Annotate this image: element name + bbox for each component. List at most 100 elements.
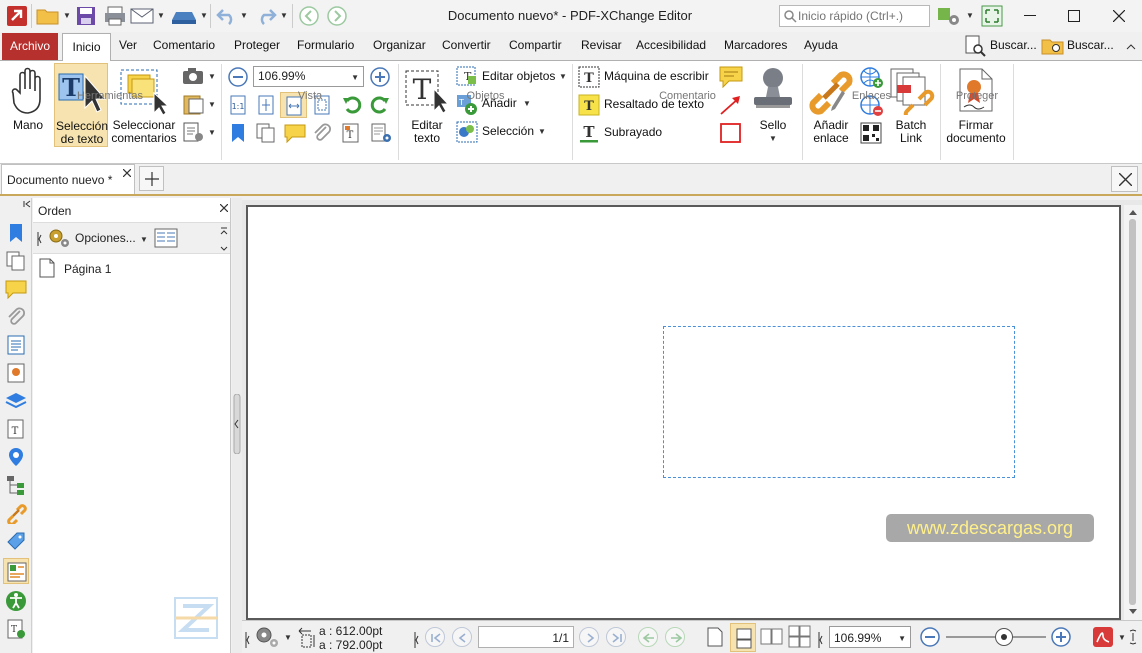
thumbnails-panel-icon[interactable] — [5, 250, 27, 272]
redo-dropdown-icon[interactable]: ▼ — [280, 11, 288, 20]
tab-compartir[interactable]: Compartir — [509, 38, 562, 52]
page-content-icon[interactable] — [5, 334, 27, 356]
email-dropdown-icon[interactable]: ▼ — [157, 11, 165, 20]
destinations-icon[interactable] — [5, 446, 27, 468]
tab-revisar[interactable]: Revisar — [581, 38, 622, 52]
search-button[interactable]: Buscar... — [1067, 38, 1114, 52]
structure-icon[interactable] — [5, 474, 27, 496]
next-view-button[interactable] — [665, 627, 685, 647]
stamp-button[interactable]: Sello ▼ — [748, 63, 798, 145]
splitter-handle-icon[interactable] — [233, 394, 241, 454]
zoom-slider-thumb[interactable] — [995, 628, 1013, 646]
tab-proteger[interactable]: Proteger — [234, 38, 280, 52]
page-number-field[interactable]: 1/1 — [478, 626, 574, 648]
tab-formulario[interactable]: Formulario — [297, 38, 354, 52]
layers-panel-icon[interactable] — [4, 390, 28, 412]
vertical-scrollbar[interactable] — [1124, 205, 1142, 620]
rectangle-icon[interactable] — [718, 121, 744, 145]
text-selection-button[interactable]: T Selección de texto — [54, 63, 108, 147]
save-icon[interactable] — [75, 5, 97, 27]
snapshot-dropdown-icon[interactable]: ▼ — [208, 72, 216, 81]
bookmark-icon[interactable] — [228, 122, 248, 144]
comments-side-icon[interactable] — [4, 278, 28, 300]
add-link-button[interactable]: Añadir enlace — [805, 63, 857, 145]
zoom-in-icon[interactable] — [369, 66, 391, 88]
scroll-up-arrow-icon[interactable] — [1129, 209, 1137, 215]
zoom-dropdown-icon[interactable]: ▼ — [351, 73, 359, 82]
status-zoom-out-icon[interactable] — [919, 626, 941, 648]
scroll-thumb[interactable] — [1129, 219, 1136, 605]
status-options-gear-icon[interactable] — [254, 625, 280, 649]
reading-order-icon[interactable]: T — [5, 618, 27, 640]
previous-view-button[interactable] — [638, 627, 658, 647]
document-props-icon[interactable] — [181, 121, 205, 143]
continuous-view-button[interactable] — [730, 623, 756, 652]
tab-accesibilidad[interactable]: Accesibilidad — [636, 38, 706, 52]
document-tab[interactable]: Documento nuevo * — [1, 164, 135, 194]
zoom-out-icon[interactable] — [227, 66, 249, 88]
underline-button[interactable]: T Subrayado — [577, 121, 713, 145]
signatures-panel-icon[interactable] — [5, 362, 27, 384]
collapse-ribbon-icon[interactable] — [1126, 42, 1136, 50]
select-comments-button[interactable]: Seleccionar comentarios — [110, 63, 178, 145]
pdf-convert-dropdown-icon[interactable]: ▼ — [1118, 633, 1126, 642]
status-expand-icon[interactable] — [1128, 629, 1138, 645]
edit-objects-button[interactable]: T Editar objetos ▼ — [455, 65, 569, 89]
options-button[interactable]: Opciones... ▼ — [45, 225, 151, 251]
facing-view-icon[interactable] — [760, 627, 784, 647]
pdf-convert-icon[interactable] — [1091, 625, 1115, 649]
tab-archivo[interactable]: Archivo — [2, 33, 58, 60]
accessibility-icon[interactable] — [4, 589, 28, 613]
selection-rectangle[interactable] — [663, 326, 1015, 478]
status-options-dropdown-icon[interactable]: ▼ — [284, 633, 292, 642]
status-zoom-combo[interactable]: 106.99% ▼ — [829, 626, 911, 648]
tab-ver[interactable]: Ver — [119, 38, 137, 52]
tab-ayuda[interactable]: Ayuda — [804, 38, 838, 52]
page-list-item[interactable]: Página 1 — [37, 258, 217, 278]
fullscreen-icon[interactable] — [981, 5, 1003, 27]
search-folder-icon[interactable] — [1041, 36, 1065, 56]
object-selection-dropdown-icon[interactable]: ▼ — [538, 127, 546, 136]
stamp-dropdown-icon[interactable]: ▼ — [769, 134, 777, 143]
forward-icon[interactable] — [326, 5, 348, 27]
find-button[interactable]: Buscar... — [990, 38, 1037, 52]
continuous-facing-view-icon[interactable] — [788, 625, 812, 649]
qr-code-icon[interactable] — [860, 122, 882, 144]
close-button[interactable] — [1096, 0, 1142, 32]
new-tab-button[interactable] — [139, 166, 164, 191]
links-panel-icon[interactable] — [5, 502, 27, 524]
single-page-view-icon[interactable] — [706, 626, 724, 648]
attachments-side-icon[interactable] — [5, 306, 27, 328]
close-panel-icon[interactable] — [220, 204, 228, 212]
scan-icon[interactable] — [170, 6, 198, 26]
close-document-button[interactable] — [1111, 166, 1138, 192]
comments-panel-icon[interactable] — [283, 122, 307, 144]
tags-panel-icon[interactable] — [5, 530, 27, 552]
batch-link-button[interactable]: Batch Link — [885, 63, 937, 145]
status-zoom-in-icon[interactable] — [1050, 626, 1072, 648]
hand-tool-button[interactable]: Mano — [4, 63, 52, 145]
zoom-combo[interactable]: 106.99% ▼ — [253, 66, 364, 87]
attachments-icon[interactable] — [311, 122, 333, 144]
find-document-icon[interactable] — [964, 35, 986, 57]
edit-objects-dropdown-icon[interactable]: ▼ — [559, 72, 567, 81]
panel-splitter[interactable] — [232, 198, 242, 653]
tab-inicio[interactable]: Inicio — [62, 33, 111, 61]
object-selection-button[interactable]: Selección ▼ — [455, 120, 549, 144]
redo-icon[interactable] — [254, 6, 278, 26]
open-dropdown-icon[interactable]: ▼ — [63, 11, 71, 20]
page-settings-icon[interactable] — [369, 122, 393, 144]
web-link-add-icon[interactable] — [858, 65, 884, 89]
tab-comentario[interactable]: Comentario — [153, 38, 215, 52]
back-icon[interactable] — [298, 5, 320, 27]
scroll-down-arrow-icon[interactable] — [1129, 609, 1137, 615]
open-folder-icon[interactable] — [36, 6, 60, 26]
panel-scroll-up-icon[interactable] — [219, 225, 229, 253]
close-tab-icon[interactable] — [123, 169, 131, 177]
tab-organizar[interactable]: Organizar — [373, 38, 426, 52]
last-page-button[interactable] — [606, 627, 626, 647]
sign-document-button[interactable]: Firmar documento — [942, 63, 1010, 145]
edit-text-button[interactable]: T Editar texto — [402, 63, 452, 145]
undo-icon[interactable] — [215, 6, 239, 26]
first-page-button[interactable] — [425, 627, 445, 647]
